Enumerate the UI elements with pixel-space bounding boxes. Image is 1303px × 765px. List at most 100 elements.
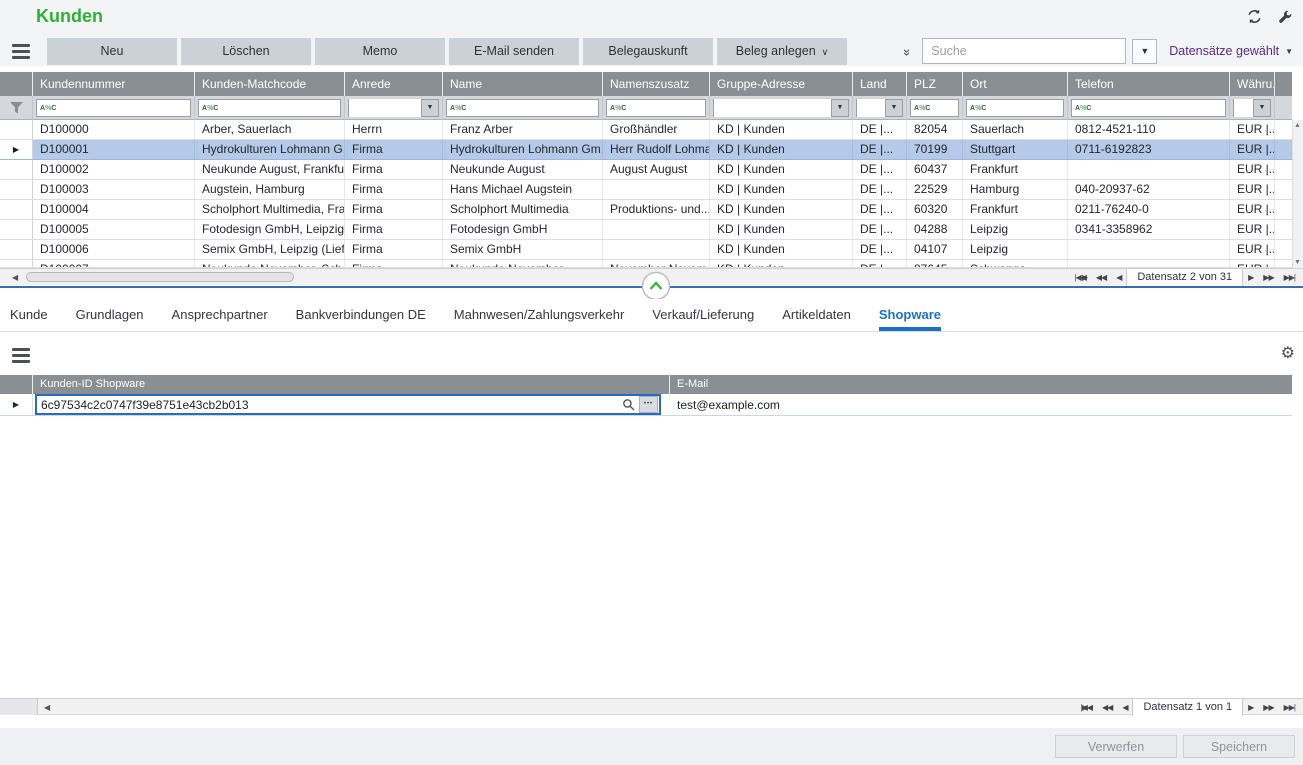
belegauskunft-button[interactable]: Belegauskunft (583, 38, 713, 65)
table-row-d100004[interactable]: D100004Scholphort Multimedia, Fra...Firm… (0, 200, 1292, 220)
wildcard-filter-icon: A%C (199, 105, 220, 112)
col-header-ort[interactable]: Ort (963, 72, 1068, 96)
filter-input-ort[interactable] (988, 101, 1063, 115)
tab-bankverbindungen-de[interactable]: Bankverbindungen DE (296, 307, 426, 331)
filter-select-field-w-hru[interactable] (1234, 99, 1253, 117)
detail-hamburger-menu-icon[interactable] (12, 348, 30, 363)
search-input[interactable] (922, 38, 1126, 64)
verwerfen-button[interactable]: Verwerfen (1055, 735, 1177, 758)
search-filter-dropdown-button[interactable]: ▼ (1132, 39, 1157, 64)
table-row-d100003[interactable]: D100003Augstein, HamburgFirmaHans Michae… (0, 180, 1292, 200)
col-header-land[interactable]: Land (853, 72, 907, 96)
gear-icon[interactable]: ⚙ (1281, 343, 1295, 363)
col-header-name[interactable]: Name (443, 72, 603, 96)
filter-box-w-hru: ▼ (1233, 99, 1271, 117)
filter-input-kunden-matchcode[interactable] (220, 101, 340, 115)
filter-dropdown-gruppe-adresse[interactable]: ▼ (831, 100, 848, 116)
filter-funnel-cell[interactable] (0, 96, 33, 120)
detail-scroll-left-icon[interactable]: ◀ (44, 699, 50, 716)
table-row-d100005[interactable]: D100005Fotodesign GmbH, Leipzig...FirmaF… (0, 220, 1292, 240)
hscroll-thumb[interactable] (26, 272, 294, 282)
filter-dropdown-land[interactable]: ▼ (885, 100, 902, 116)
detail-record-first-button[interactable]: |◀◀ (1076, 703, 1097, 712)
cell-plz: 04288 (907, 220, 963, 239)
table-row-d100006[interactable]: D100006Semix GmbH, Leipzig (Liefe...Firm… (0, 240, 1292, 260)
scroll-left-icon[interactable]: ◀ (12, 269, 18, 286)
cell-name: Franz Arber (443, 120, 603, 139)
table-row-d100000[interactable]: D100000Arber, SauerlachHerrnFranz ArberG… (0, 120, 1292, 140)
tab-artikeldaten[interactable]: Artikeldaten (782, 307, 851, 331)
record-next-button[interactable]: ▶ (1243, 273, 1258, 282)
neu-button[interactable]: Neu (47, 38, 177, 65)
filter-input-namenszusatz[interactable] (628, 101, 705, 115)
tab-ansprechpartner[interactable]: Ansprechpartner (172, 307, 268, 331)
filter-dropdown-w-hru[interactable]: ▼ (1253, 100, 1270, 116)
kunden-id-value: 6c97534c2c0747f39e8751e43cb2b013 (37, 398, 617, 412)
col-header-gruppe-adresse[interactable]: Gruppe-Adresse (710, 72, 853, 96)
main-toolbar: Neu Löschen Memo E-Mail senden Belegausk… (0, 36, 1303, 66)
cell-w-hru: EUR |... (1230, 120, 1275, 139)
record-prev-button[interactable]: ◀ (1111, 273, 1126, 282)
detail-record-next-page-button[interactable]: ▶▶ (1258, 703, 1278, 712)
filter-dropdown-anrede[interactable]: ▼ (421, 100, 438, 116)
record-next-page-button[interactable]: ▶▶ (1258, 273, 1278, 282)
record-first-button[interactable]: |◀◀ (1069, 273, 1090, 282)
kunden-id-edit-field[interactable]: 6c97534c2c0747f39e8751e43cb2b013 ••• (35, 394, 661, 415)
filter-select-field-anrede[interactable] (349, 99, 421, 117)
filter-box-gruppe-adresse: ▼ (713, 99, 849, 117)
cell-w-hru: EUR |... (1230, 240, 1275, 259)
detail-record-last-button[interactable]: ▶▶| (1279, 703, 1300, 712)
col-header-anrede[interactable]: Anrede (345, 72, 443, 96)
tab-grundlagen[interactable]: Grundlagen (76, 307, 144, 331)
tab-kunde[interactable]: Kunde (10, 307, 48, 331)
filter-input-telefon[interactable] (1093, 101, 1225, 115)
table-row-d100001[interactable]: ▶D100001Hydrokulturen Lohmann G...FirmaH… (0, 140, 1292, 160)
tab-verkauf-lieferung[interactable]: Verkauf/Lieferung (652, 307, 754, 331)
scroll-down-icon[interactable]: ▼ (1294, 259, 1301, 266)
record-last-button[interactable]: ▶▶| (1279, 273, 1300, 282)
tab-mahnwesen-zahlungsverkehr[interactable]: Mahnwesen/Zahlungsverkehr (454, 307, 625, 331)
detail-col-kunden-id[interactable]: Kunden-ID Shopware (33, 375, 670, 394)
collapse-toolbar-icon[interactable]: » (900, 48, 915, 53)
col-header-telefon[interactable]: Telefon (1068, 72, 1230, 96)
table-row-d100002[interactable]: D100002Neukunde August, FrankfurtFirmaNe… (0, 160, 1292, 180)
wrench-icon[interactable] (1277, 9, 1293, 25)
records-selected-dropdown[interactable]: Datensätze gewählt ▼ (1169, 44, 1293, 58)
col-header-namenszusatz[interactable]: Namenszusatz (603, 72, 710, 96)
collapse-panel-button[interactable] (641, 271, 671, 301)
beleg-anlegen-dropdown-button[interactable]: Beleg anlegen∨ (717, 38, 847, 65)
detail-grid-row[interactable]: ▶ 6c97534c2c0747f39e8751e43cb2b013 ••• t… (0, 394, 1292, 416)
detail-record-prev-page-button[interactable]: ◀◀ (1097, 703, 1117, 712)
scroll-up-icon[interactable]: ▲ (1294, 122, 1301, 129)
filter-select-field-land[interactable] (857, 99, 885, 117)
cell-w-hru: EUR |... (1230, 140, 1275, 159)
detail-col-email[interactable]: E-Mail (670, 375, 1292, 394)
cell-partial (1275, 140, 1292, 159)
vertical-scrollbar[interactable]: ▲ ▼ (1292, 120, 1303, 268)
record-prev-page-button[interactable]: ◀◀ (1091, 273, 1111, 282)
tab-shopware[interactable]: Shopware (879, 307, 941, 331)
ellipsis-lookup-button[interactable]: ••• (639, 396, 658, 413)
refresh-icon[interactable] (1246, 8, 1263, 25)
email-senden-button[interactable]: E-Mail senden (449, 38, 579, 65)
col-header-kundennummer[interactable]: Kundennummer (33, 72, 195, 96)
col-header-w-hru[interactable]: Währu... (1230, 72, 1275, 96)
col-header-kunden-matchcode[interactable]: Kunden-Matchcode (195, 72, 345, 96)
filter-input-name[interactable] (468, 101, 598, 115)
table-row-d100007[interactable]: D100007Neukunde November, Sch...FirmaNeu… (0, 260, 1292, 268)
speichern-button[interactable]: Speichern (1183, 735, 1295, 758)
col-header-plz[interactable]: PLZ (907, 72, 963, 96)
hamburger-menu-icon[interactable] (12, 44, 30, 59)
filter-input-kundennummer[interactable] (58, 101, 190, 115)
cell-ort: Sauerlach (963, 120, 1068, 139)
filter-input-plz[interactable] (932, 101, 958, 115)
detail-record-prev-button[interactable]: ◀ (1117, 703, 1132, 712)
cell-ort: Stuttgart (963, 140, 1068, 159)
cell-namenszusatz: Großhändler (603, 120, 710, 139)
loeschen-button[interactable]: Löschen (181, 38, 311, 65)
cell-land: DE |... (853, 120, 907, 139)
filter-select-field-gruppe-adresse[interactable] (714, 99, 831, 117)
detail-record-next-button[interactable]: ▶ (1243, 703, 1258, 712)
memo-button[interactable]: Memo (315, 38, 445, 65)
search-lookup-icon[interactable] (617, 398, 639, 411)
